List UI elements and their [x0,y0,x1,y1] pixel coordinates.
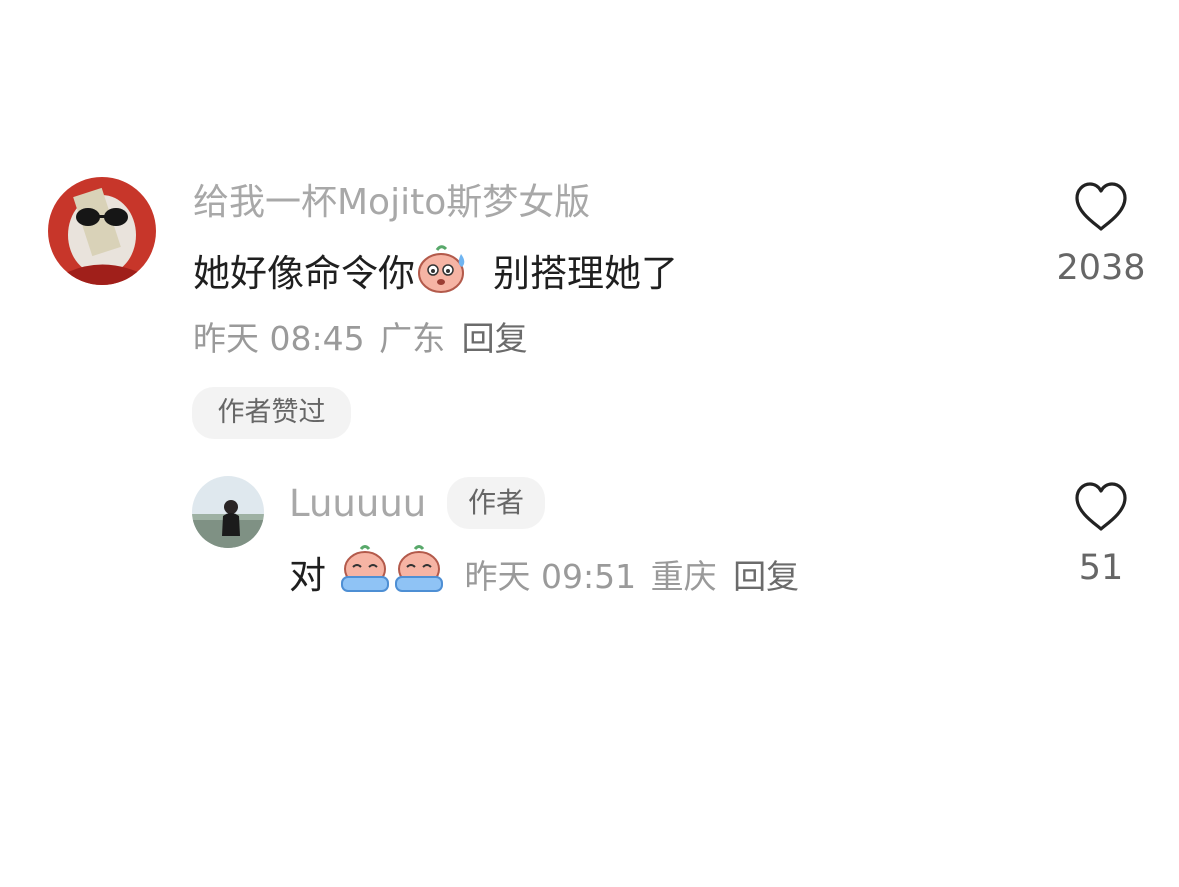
comment-text: 她好像命令你 别搭理她了 [193,244,678,307]
heart-icon [1075,182,1127,231]
reply-text-row: 对 昨天 09:51 重庆 回复 [289,545,799,610]
sweat-emoji-icon [415,244,471,307]
reply-reply-button[interactable]: 回复 [733,557,799,596]
comment-text-start: 她好像命令你 [193,252,415,295]
commenter-username[interactable]: 给我一杯Mojito斯梦女版 [193,180,590,226]
reply-like-count: 51 [1078,548,1124,588]
comment-text-end: 别搭理她了 [493,252,678,295]
crying-emoji-icon [392,545,446,610]
reply-time: 昨天 09:51 [464,557,637,596]
reply-like-button[interactable] [1073,481,1129,533]
reply-meta: 昨天 09:51 重庆 回复 [454,557,800,596]
author-liked-badge: 作者赞过 [192,387,351,439]
author-badge: 作者 [447,477,545,529]
reply-avatar[interactable] [192,476,264,548]
reply-text: 对 [289,554,326,597]
comment-meta: 昨天 08:45 广东 回复 [193,317,528,361]
commenter-avatar[interactable] [48,177,156,285]
comment-like-count: 2038 [1056,248,1146,288]
crying-emoji-icon [338,545,392,610]
heart-icon [1075,482,1127,531]
reply-username[interactable]: Luuuuu [289,481,426,527]
comment-time: 昨天 08:45 [193,319,365,358]
comment-like-button[interactable] [1073,181,1129,233]
comment-reply-button[interactable]: 回复 [462,319,528,358]
reply-location: 重庆 [650,557,717,596]
comment-location: 广东 [379,319,446,358]
